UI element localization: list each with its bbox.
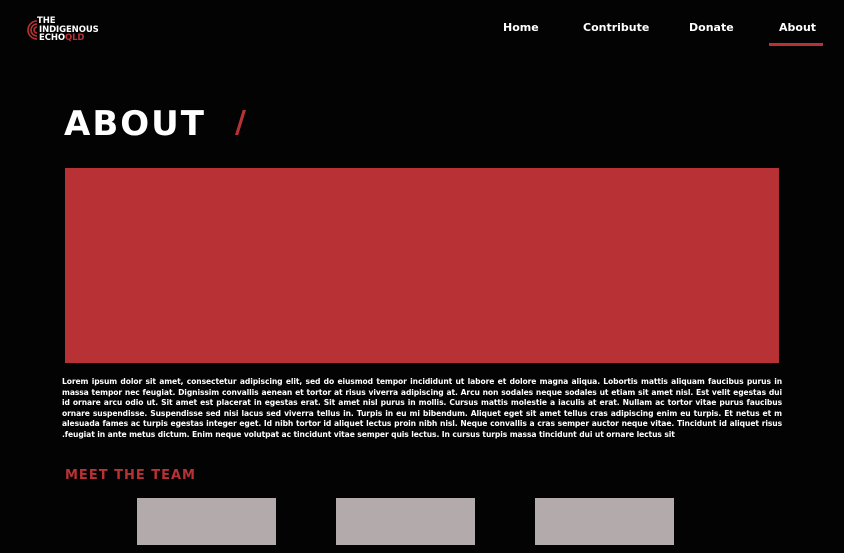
site-logo[interactable]: THE INDIGENOUS ECHOQLD (25, 17, 115, 45)
team-member-card[interactable] (137, 498, 276, 545)
meet-the-team-heading: MEET THE TEAM (65, 468, 196, 483)
page-title-slash: / (235, 105, 246, 140)
logo-line-3: ECHOQLD (37, 34, 99, 43)
nav-link-contribute[interactable]: Contribute (583, 21, 649, 34)
page-title-text: ABOUT (64, 104, 206, 144)
hero-banner (65, 168, 779, 363)
logo-wordmark: THE INDIGENOUS ECHOQLD (37, 17, 99, 43)
about-body-text: Lorem ipsum dolor sit amet, consectetur … (62, 377, 782, 439)
team-member-card[interactable] (336, 498, 475, 545)
top-navigation: THE INDIGENOUS ECHOQLD Home Contribute D… (0, 0, 844, 60)
nav-link-home[interactable]: Home (503, 21, 539, 34)
page-title: ABOUT / (64, 104, 246, 144)
logo-qld: QLD (64, 33, 85, 43)
nav-active-indicator (769, 43, 823, 46)
nav-link-about[interactable]: About (779, 21, 816, 34)
team-member-card[interactable] (535, 498, 674, 545)
nav-link-donate[interactable]: Donate (689, 21, 734, 34)
logo-echo: ECHO (39, 33, 65, 43)
